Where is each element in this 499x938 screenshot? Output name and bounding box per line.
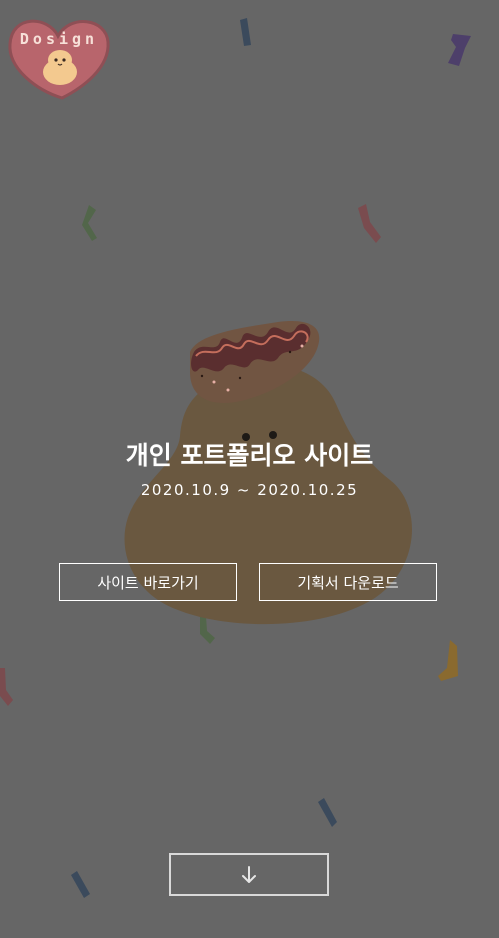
confetti-piece (0, 668, 13, 706)
logo-heart-icon: Dosign (8, 19, 110, 100)
logo-text: Dosign (20, 30, 98, 48)
intro-screen: Dosign 개인 포트폴리오 사이트 2020.10.9 ~ 2020.10.… (0, 0, 499, 938)
logo[interactable]: Dosign (6, 14, 112, 100)
confetti-piece (448, 34, 471, 66)
confetti-piece (240, 18, 251, 46)
confetti-piece (358, 204, 381, 243)
scroll-down-button[interactable] (169, 853, 329, 896)
arrow-down-icon (242, 865, 256, 883)
confetti-piece (318, 798, 337, 827)
confetti-piece (438, 640, 458, 681)
download-plan-button[interactable]: 기획서 다운로드 (259, 563, 437, 601)
confetti-piece (71, 871, 90, 898)
hero-date-range: 2020.10.9 ~ 2020.10.25 (140, 481, 359, 499)
visit-site-button[interactable]: 사이트 바로가기 (59, 563, 237, 601)
confetti-piece (82, 205, 97, 241)
hero-title: 개인 포트폴리오 사이트 (125, 441, 374, 470)
